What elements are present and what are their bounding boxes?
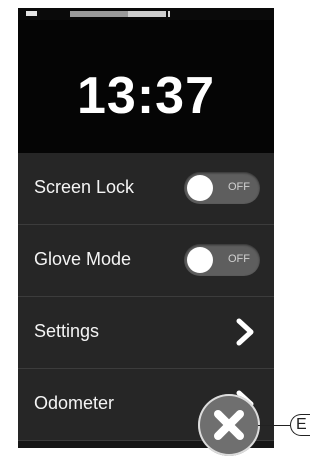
menu-item-label: Screen Lock [34,177,135,197]
status-bar [18,8,274,20]
clock-area: 13:37 [18,20,274,153]
battery-icon [26,11,37,16]
menu-item-screen-lock[interactable]: Screen Lock OFF [18,153,274,225]
menu-item-label: Glove Mode [34,249,132,269]
close-icon [214,410,244,440]
glove-mode-toggle[interactable]: OFF [184,244,260,276]
phone-screen: 13:37 Screen Lock OFF Glove Mode OFF Set… [18,8,274,448]
toggle-state: OFF [228,253,250,265]
menu-item-label: Odometer [34,393,115,413]
callout-line [258,425,290,426]
menu-item-settings[interactable]: Settings [18,297,274,369]
menu-item-label: Settings [34,321,100,341]
clock-time: 13:37 [77,67,215,125]
toggle-knob [187,175,213,201]
page: 13:37 Screen Lock OFF Glove Mode OFF Set… [0,0,310,458]
toggle-state: OFF [228,181,250,193]
toggle-knob [187,247,213,273]
close-button[interactable] [198,394,260,456]
status-marker [168,11,170,17]
chevron-right-icon [236,318,254,346]
screen-lock-toggle[interactable]: OFF [184,172,260,204]
status-progress-fill [70,11,128,17]
menu-item-glove-mode[interactable]: Glove Mode OFF [18,225,274,297]
status-progress-bar [70,11,166,17]
callout-letter: E [296,416,307,433]
